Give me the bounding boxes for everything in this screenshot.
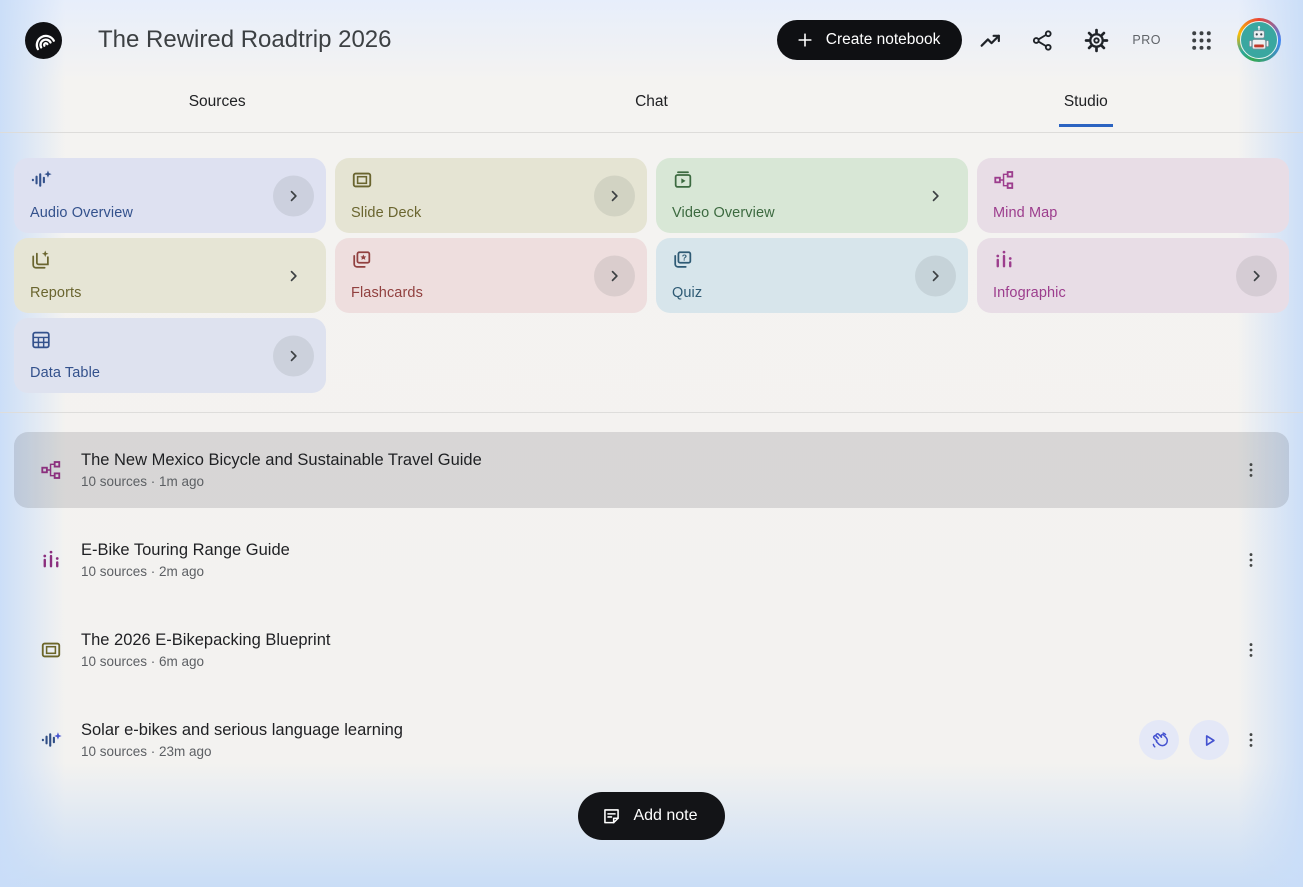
- infographic-icon: [40, 549, 62, 571]
- create-notebook-button[interactable]: Create notebook: [776, 20, 963, 60]
- artifact-title: The 2026 E-Bikepacking Blueprint: [81, 631, 331, 649]
- top-bar: The Rewired Roadtrip 2026 Create noteboo…: [0, 0, 1303, 80]
- chevron-right-icon[interactable]: [273, 175, 314, 216]
- more-vert-icon[interactable]: [1239, 454, 1263, 486]
- waving-hand-icon: [1149, 730, 1170, 751]
- reports-icon: [30, 249, 52, 271]
- artifact-meta: 10 sources · 1m ago: [81, 474, 205, 489]
- infographic-icon: [993, 249, 1015, 271]
- note-icon: [601, 806, 622, 827]
- artifact-row-infographic[interactable]: E-Bike Touring Range Guide 10 sources · …: [14, 522, 1289, 598]
- tool-card-quiz[interactable]: ? Quiz: [656, 238, 968, 313]
- tool-label: Mind Map: [993, 205, 1058, 221]
- artifact-row-slide-deck[interactable]: The 2026 E-Bikepacking Blueprint 10 sour…: [14, 612, 1289, 688]
- slide-deck-icon: [351, 169, 373, 191]
- artifact-title: The New Mexico Bicycle and Sustainable T…: [81, 451, 482, 469]
- notebooklm-studio-page: The Rewired Roadtrip 2026 Create noteboo…: [0, 0, 1303, 887]
- play-button[interactable]: [1189, 720, 1229, 760]
- tool-card-infographic[interactable]: Infographic: [977, 238, 1289, 313]
- tool-card-video-overview[interactable]: Video Overview: [656, 158, 968, 233]
- tool-label: Audio Overview: [30, 205, 133, 221]
- pro-badge: PRO: [1132, 33, 1161, 47]
- artifact-row-mind-map[interactable]: The New Mexico Bicycle and Sustainable T…: [14, 432, 1289, 508]
- more-vert-icon[interactable]: [1239, 724, 1263, 756]
- top-bar-actions: Create notebook PRO: [776, 18, 1281, 62]
- chevron-right-icon[interactable]: [594, 175, 635, 216]
- tool-label: Slide Deck: [351, 205, 422, 221]
- video-overview-icon: [672, 169, 694, 191]
- tool-label: Data Table: [30, 365, 101, 381]
- mind-map-icon: [40, 459, 62, 481]
- artifact-title: E-Bike Touring Range Guide: [81, 541, 290, 559]
- tool-label: Quiz: [672, 285, 703, 301]
- user-avatar[interactable]: [1237, 18, 1281, 62]
- chevron-right-icon[interactable]: [273, 255, 314, 296]
- notebook-title[interactable]: The Rewired Roadtrip 2026: [98, 26, 392, 54]
- artifact-title: Solar e-bikes and serious language learn…: [81, 721, 403, 739]
- quiz-icon: ?: [672, 249, 694, 271]
- tool-card-audio-overview[interactable]: Audio Overview: [14, 158, 326, 233]
- tool-label: Video Overview: [672, 205, 775, 221]
- audio-overview-icon: [40, 729, 62, 751]
- artifact-list: The New Mexico Bicycle and Sustainable T…: [14, 432, 1289, 778]
- tab-chat[interactable]: Chat: [434, 80, 868, 132]
- add-note-label: Add note: [633, 807, 698, 824]
- tool-label: Infographic: [993, 285, 1066, 301]
- studio-tools-grid: Audio Overview Slide Deck Video Overview…: [14, 158, 1289, 393]
- tool-label: Reports: [30, 285, 82, 301]
- flashcards-icon: [351, 249, 373, 271]
- chevron-right-icon[interactable]: [915, 175, 956, 216]
- panel-tabs: Sources Chat Studio: [0, 80, 1303, 133]
- svg-text:?: ?: [682, 253, 687, 263]
- add-note-container: Add note: [14, 792, 1289, 840]
- data-table-icon: [30, 329, 52, 351]
- artifact-meta: 10 sources · 2m ago: [81, 564, 205, 579]
- analytics-trending-icon[interactable]: [976, 26, 1004, 54]
- tab-studio[interactable]: Studio: [869, 80, 1303, 132]
- slide-deck-icon: [40, 639, 62, 661]
- tool-card-slide-deck[interactable]: Slide Deck: [335, 158, 647, 233]
- notebooklm-logo-icon[interactable]: [25, 21, 62, 59]
- mind-map-icon: [993, 169, 1015, 191]
- tool-label: Flashcards: [351, 285, 423, 301]
- add-note-button[interactable]: Add note: [578, 792, 725, 840]
- tool-card-flashcards[interactable]: Flashcards: [335, 238, 647, 313]
- artifact-row-audio-overview[interactable]: Solar e-bikes and serious language learn…: [14, 702, 1289, 778]
- chevron-right-icon[interactable]: [594, 255, 635, 296]
- tool-card-reports[interactable]: Reports: [14, 238, 326, 313]
- tab-sources[interactable]: Sources: [0, 80, 434, 132]
- artifact-meta: 10 sources · 23m ago: [81, 744, 212, 759]
- share-icon[interactable]: [1028, 26, 1056, 54]
- tool-card-data-table[interactable]: Data Table: [14, 318, 326, 393]
- artifact-meta: 10 sources · 6m ago: [81, 654, 205, 669]
- avatar-robot-image: [1240, 21, 1278, 59]
- create-notebook-label: Create notebook: [825, 31, 941, 48]
- studio-panel: Audio Overview Slide Deck Video Overview…: [0, 133, 1303, 840]
- tool-card-mind-map[interactable]: Mind Map: [977, 158, 1289, 233]
- interactive-mode-button[interactable]: [1139, 720, 1179, 760]
- audio-overview-icon: [30, 169, 52, 191]
- chevron-right-icon[interactable]: [915, 255, 956, 296]
- section-divider: [0, 412, 1303, 413]
- chevron-right-icon[interactable]: [1236, 255, 1277, 296]
- settings-gear-icon[interactable]: [1082, 26, 1110, 54]
- more-vert-icon[interactable]: [1239, 634, 1263, 666]
- more-vert-icon[interactable]: [1239, 544, 1263, 576]
- plus-icon: [795, 30, 815, 50]
- apps-grid-icon[interactable]: [1187, 26, 1215, 54]
- play-icon: [1199, 730, 1220, 751]
- chevron-right-icon[interactable]: [273, 335, 314, 376]
